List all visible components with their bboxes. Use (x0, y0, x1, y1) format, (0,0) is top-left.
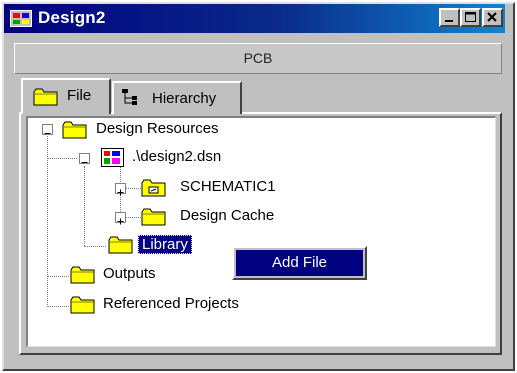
tree-item-label: .\design2.dsn (132, 148, 222, 165)
minus-icon (44, 133, 51, 134)
pcb-header[interactable]: PCB (14, 43, 502, 74)
expand-toggle[interactable] (115, 183, 126, 196)
minimize-button[interactable] (439, 8, 460, 27)
maximize-button[interactable] (460, 8, 481, 27)
folder-icon (108, 236, 134, 258)
tree-line (47, 158, 77, 159)
folder-icon (33, 88, 59, 110)
tree-item-label-selected: Library (138, 235, 192, 254)
tree-line (125, 217, 141, 218)
folder-icon (141, 208, 167, 230)
tree-line (47, 276, 69, 277)
tab-file[interactable]: File (21, 78, 111, 114)
window-title: Design2 (38, 8, 106, 27)
tab-hierarchy-label: Hierarchy (152, 90, 217, 107)
tab-file-label: File (67, 87, 92, 104)
tree-item-label: Design Cache (180, 207, 275, 224)
collapse-toggle[interactable] (79, 153, 90, 164)
tree-line (84, 246, 106, 247)
design-file-icon (101, 148, 125, 172)
minus-icon (81, 162, 88, 163)
title-bar[interactable]: Design2 (4, 4, 505, 33)
tree-item-label: SCHEMATIC1 (180, 178, 276, 195)
plus-icon (117, 189, 124, 196)
close-icon (487, 12, 497, 22)
tree-item-label: Referenced Projects (103, 295, 239, 312)
minimize-icon (445, 20, 453, 22)
orcad-app-icon (10, 10, 32, 27)
folder-icon (62, 121, 88, 143)
plus-icon (117, 218, 124, 225)
folder-icon (70, 266, 96, 288)
menu-item-add-file[interactable]: Add File (236, 250, 363, 276)
context-menu: Add File (232, 246, 367, 280)
tab-hierarchy[interactable]: Hierarchy (112, 81, 242, 114)
close-button[interactable] (482, 8, 503, 27)
tree-line (125, 188, 141, 189)
maximize-icon (465, 12, 476, 22)
tree-line (47, 136, 48, 307)
tree-line (84, 166, 85, 246)
expand-toggle[interactable] (115, 212, 126, 225)
schematic-folder-icon (141, 179, 167, 201)
tree-line (47, 306, 69, 307)
tree-item-label: Outputs (103, 265, 156, 282)
project-tree[interactable]: Design Resources .\design2.dsn SCHEMATIC… (26, 116, 496, 347)
collapse-toggle[interactable] (42, 124, 53, 135)
folder-icon (70, 296, 96, 318)
hierarchy-icon (120, 88, 144, 112)
tree-item-label: Design Resources (96, 120, 219, 137)
